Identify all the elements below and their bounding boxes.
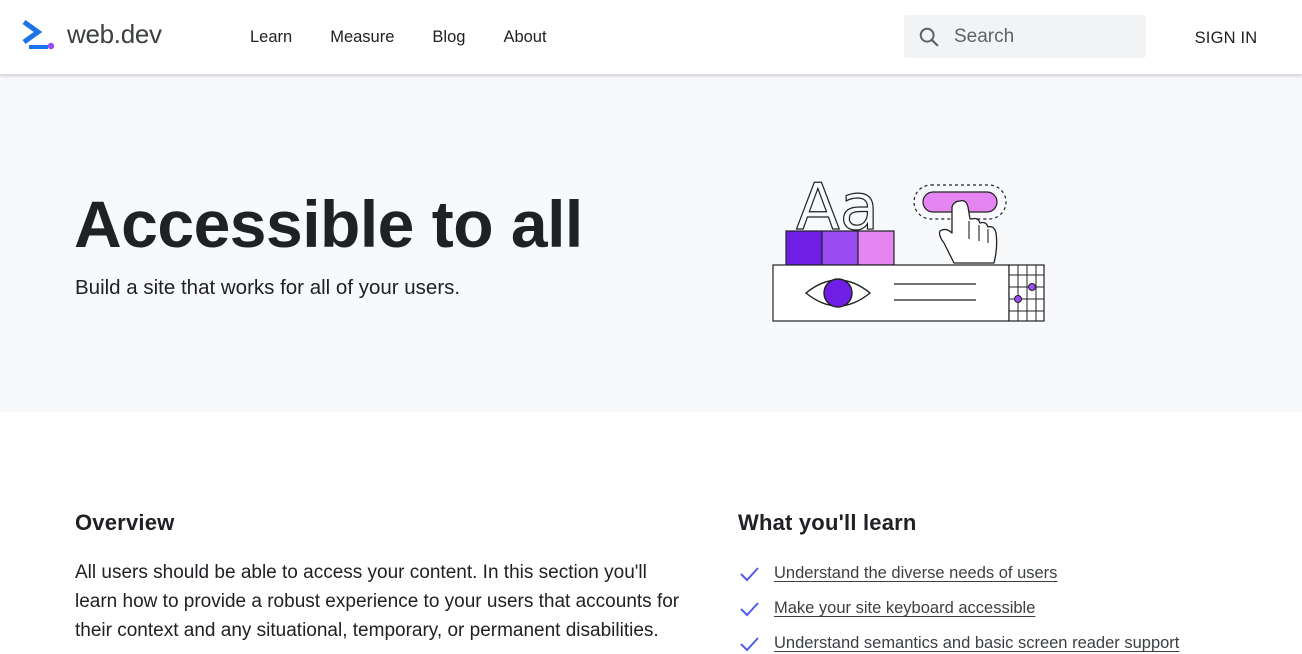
learn-link-diverse-needs[interactable]: Understand the diverse needs of users [774,564,1057,583]
logo-link[interactable]: web.dev [22,19,162,50]
hero-banner: Accessible to all Build a site that work… [0,75,1302,412]
check-icon [740,566,759,581]
learn-link-semantics[interactable]: Understand semantics and basic screen re… [774,634,1179,653]
page-title: Accessible to all [74,187,583,261]
overview-heading: Overview [75,510,175,535]
search-icon[interactable] [918,26,940,48]
check-icon [740,601,759,616]
overview-body: All users should be able to access your … [75,562,680,641]
learning-objectives-list: Understand the diverse needs of users Ma… [738,556,1179,654]
main-nav: Learn Measure Blog About [250,0,585,74]
nav-measure[interactable]: Measure [330,28,394,47]
web-dev-logo-icon [22,19,55,49]
nav-learn[interactable]: Learn [250,28,292,47]
list-item: Understand semantics and basic screen re… [738,626,1179,654]
list-item: Understand the diverse needs of users [738,556,1179,591]
page-subtitle: Build a site that works for all of your … [75,276,461,299]
what-youll-learn-heading: What you'll learn [738,510,917,535]
list-item: Make your site keyboard accessible [738,591,1179,626]
search-input[interactable] [954,25,1134,48]
accessibility-illustration: Aa [772,170,1045,322]
learn-link-keyboard[interactable]: Make your site keyboard accessible [774,599,1035,618]
nav-blog[interactable]: Blog [432,28,465,47]
search-box[interactable] [904,15,1146,58]
site-header: web.dev Learn Measure Blog About SIGN IN [0,0,1302,75]
sign-in-button[interactable]: SIGN IN [1178,22,1274,54]
nav-about[interactable]: About [503,28,546,47]
check-icon [740,636,759,651]
logo-text: web.dev [67,19,162,49]
